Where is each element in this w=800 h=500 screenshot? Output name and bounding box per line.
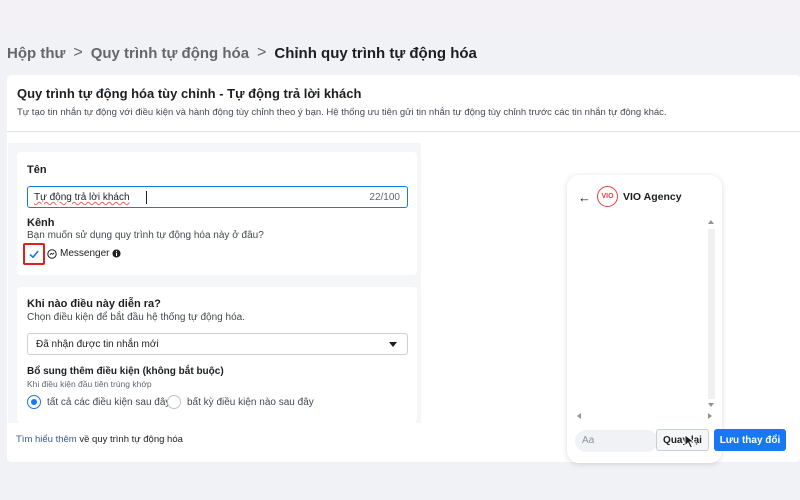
- breadcrumb-current: Chỉnh quy trình tự động hóa: [274, 44, 477, 62]
- scroll-down-icon[interactable]: [708, 403, 714, 407]
- channel-question: Bạn muốn sử dụng quy trình tự động hóa n…: [27, 230, 264, 241]
- messenger-preview: ← VIO VIO Agency Aa: [567, 175, 722, 463]
- info-icon[interactable]: [112, 249, 122, 258]
- preview-input-placeholder: Aa: [582, 435, 595, 446]
- messenger-checkbox[interactable]: [23, 243, 45, 265]
- messenger-option[interactable]: Messenger: [47, 248, 122, 259]
- scroll-left-icon[interactable]: [577, 413, 581, 419]
- name-label: Tên: [27, 164, 47, 176]
- learn-more-link[interactable]: Tìm hiểu thêm: [16, 434, 77, 445]
- mouse-pointer-icon: [684, 434, 697, 449]
- learn-more-row: Tìm hiểu thêm về quy trình tự động hóa: [16, 434, 183, 445]
- breadcrumb-chevron-icon: >: [257, 44, 267, 61]
- extra-conditions-title: Bổ sung thêm điều kiện (không bắt buộc): [27, 366, 224, 377]
- breadcrumb-inbox[interactable]: Hộp thư: [7, 45, 65, 62]
- messenger-icon: [47, 248, 57, 259]
- radio-any-condition[interactable]: [167, 395, 181, 409]
- trigger-select-value: Đã nhận được tin nhắn mới: [36, 339, 159, 350]
- card-header: Quy trình tự động hóa tùy chỉnh - Tự độn…: [7, 75, 800, 132]
- preview-message-input[interactable]: Aa: [575, 430, 658, 452]
- text-caret: [146, 191, 147, 204]
- extra-conditions-hint: Khi điều kiện đầu tiên trùng khớp: [27, 379, 152, 389]
- radio-all-label[interactable]: tất cả các điều kiện sau đây: [47, 397, 170, 408]
- trigger-subtitle: Chọn điều kiện để bắt đầu hệ thống tự độ…: [27, 312, 245, 323]
- messenger-label: Messenger: [60, 248, 110, 259]
- trigger-select[interactable]: Đã nhận được tin nhắn mới: [27, 333, 408, 355]
- back-arrow-icon[interactable]: ←: [578, 190, 591, 205]
- preview-scrollbar[interactable]: [708, 229, 715, 399]
- breadcrumb-automations[interactable]: Quy trình tự động hóa: [91, 45, 249, 62]
- scroll-up-icon[interactable]: [708, 220, 714, 224]
- page-description: Tự tạo tin nhắn tự động với điều kiện và…: [17, 107, 667, 118]
- scroll-right-icon[interactable]: [708, 413, 712, 419]
- radio-all-conditions[interactable]: [27, 395, 41, 409]
- name-input-value: Tự động trả lời khách: [34, 192, 130, 203]
- breadcrumb: Hộp thư > Quy trình tự động hóa > Chỉnh …: [7, 44, 477, 62]
- name-char-counter: 22/100: [369, 192, 400, 203]
- trigger-section: Khi nào điều này diễn ra? Chọn điều kiện…: [17, 287, 417, 423]
- avatar-logo-text: VIO: [601, 193, 614, 200]
- top-bar: [0, 0, 800, 32]
- save-changes-button[interactable]: Lưu thay đổi: [714, 429, 786, 451]
- dropdown-arrow-icon: [389, 342, 397, 347]
- page-avatar: VIO: [597, 186, 618, 207]
- radio-any-label[interactable]: bất kỳ điều kiện nào sau đây: [187, 397, 314, 408]
- preview-page-name: VIO Agency: [623, 191, 682, 203]
- learn-more-text: về quy trình tự động hóa: [76, 434, 183, 445]
- name-input[interactable]: Tự động trả lời khách 22/100: [27, 186, 408, 208]
- page-title: Quy trình tự động hóa tùy chỉnh - Tự độn…: [17, 86, 362, 101]
- channel-label: Kênh: [27, 217, 55, 229]
- checkmark-icon: [29, 250, 39, 259]
- trigger-title: Khi nào điều này diễn ra?: [27, 298, 161, 310]
- name-channel-section: Tên Tự động trả lời khách 22/100 Kênh Bạ…: [17, 152, 417, 275]
- breadcrumb-chevron-icon: >: [73, 44, 83, 61]
